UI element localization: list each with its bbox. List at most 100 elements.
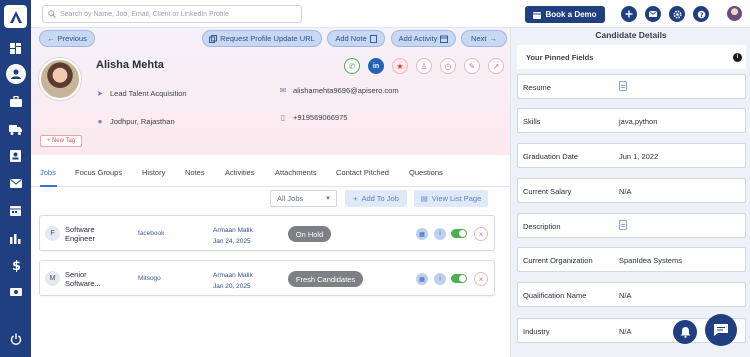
request-profile-update-button[interactable]: Request Profile Update URL xyxy=(202,30,322,47)
detail-field-graduation-date: Graduation Date Jun 1, 2022 xyxy=(517,143,746,168)
job-active-toggle[interactable] xyxy=(451,274,467,283)
sidebar-item-logout[interactable] xyxy=(0,328,31,350)
truck-icon xyxy=(9,124,22,135)
sidebar-item-payments[interactable] xyxy=(0,281,31,303)
candidate-phone-row: ▯ +919569066975 xyxy=(279,113,348,122)
sidebar-item-billing[interactable]: $ xyxy=(0,254,31,276)
user-avatar[interactable] xyxy=(726,5,743,22)
sidebar-item-reports[interactable] xyxy=(0,227,31,249)
list-icon: ▤ xyxy=(420,194,428,203)
sidebar-item-dashboard[interactable] xyxy=(0,37,31,59)
profile-action-button[interactable]: ♙ xyxy=(416,58,432,74)
job-active-toggle[interactable] xyxy=(451,229,467,238)
info-icon[interactable]: i xyxy=(434,228,446,240)
close-icon: × xyxy=(478,274,484,284)
history-action-button[interactable]: ◷ xyxy=(440,58,456,74)
field-label: Resume xyxy=(523,83,551,92)
job-row[interactable]: F Software Engineer facebook Armaan Malik… xyxy=(39,215,495,251)
plus-icon xyxy=(625,10,633,18)
linkedin-button[interactable]: in xyxy=(368,58,384,74)
jobs-filter-select[interactable]: All Jobs ▼ xyxy=(270,190,337,207)
tab-history[interactable]: History xyxy=(142,168,165,177)
sidebar-item-contacts[interactable] xyxy=(0,145,31,167)
info-icon[interactable]: i xyxy=(434,273,446,285)
remove-job-button[interactable]: × xyxy=(474,227,488,241)
field-value: Jun 1, 2022 xyxy=(619,152,659,161)
detail-field-current-organization: Current Organization SpanIdea Systems xyxy=(517,247,746,272)
job-client[interactable]: Mitsogo xyxy=(138,275,161,282)
search-input[interactable] xyxy=(60,10,295,18)
field-label: Current Salary xyxy=(523,187,572,196)
field-label: Current Organization xyxy=(523,256,593,265)
note-icon xyxy=(369,34,377,43)
add-note-button[interactable]: Add Note xyxy=(327,30,385,47)
book-demo-label: Book a Demo xyxy=(545,10,597,19)
dollar-icon: $ xyxy=(12,259,20,272)
job-title[interactable]: Senior Software... xyxy=(65,270,135,288)
tab-jobs[interactable]: Jobs xyxy=(40,168,56,177)
user-icon: ♙ xyxy=(420,61,428,71)
sidebar-item-mail[interactable] xyxy=(0,172,31,194)
candidate-profile-panel: ← Previous Request Profile Update URL Ad… xyxy=(31,28,510,357)
chat-button[interactable] xyxy=(705,314,737,346)
tab-focus-groups[interactable]: Focus Groups xyxy=(75,168,122,177)
edit-button[interactable]: ✎ xyxy=(464,58,480,74)
calendar-icon[interactable]: ▦ xyxy=(416,273,428,285)
candidate-title-row: ➤ Lead Talent Acquisition xyxy=(96,89,187,98)
detail-field-description: Description xyxy=(517,213,746,238)
document-icon[interactable] xyxy=(619,220,627,230)
job-title[interactable]: Software Engineer xyxy=(65,225,135,243)
document-icon[interactable] xyxy=(619,81,627,91)
candidate-title: Lead Talent Acquisition xyxy=(110,89,187,98)
view-list-page-button[interactable]: ▤ View List Page xyxy=(414,190,488,207)
add-activity-button[interactable]: Add Activity xyxy=(391,30,456,47)
close-icon: × xyxy=(478,229,484,239)
gear-icon xyxy=(672,9,682,19)
job-row[interactable]: M Senior Software... Mitsogo Armaan Malik… xyxy=(39,260,495,296)
sidebar-item-candidates[interactable] xyxy=(0,63,31,85)
help-button[interactable]: ? xyxy=(693,6,709,22)
field-value: SpanIdea Systems xyxy=(619,256,682,265)
next-label: Next xyxy=(471,34,487,43)
inbox-button[interactable] xyxy=(645,6,661,22)
remove-job-button[interactable]: × xyxy=(474,272,488,286)
notifications-button[interactable] xyxy=(673,320,697,344)
location-pin-icon: ● xyxy=(97,117,103,126)
job-status-badge[interactable]: Fresh Candidates xyxy=(288,271,363,287)
tab-questions[interactable]: Questions xyxy=(409,168,443,177)
global-search[interactable] xyxy=(42,5,302,23)
contact-card-icon xyxy=(10,150,21,162)
tab-contact-pitched[interactable]: Contact Pitched xyxy=(336,168,389,177)
job-status-badge[interactable]: On Hold xyxy=(288,226,331,242)
tab-notes[interactable]: Notes xyxy=(185,168,205,177)
profile-header: ← Previous Request Profile Update URL Ad… xyxy=(31,28,510,155)
detail-field-qualification-name: Qualification Name N/A xyxy=(517,282,746,307)
tab-attachments[interactable]: Attachments xyxy=(275,168,317,177)
share-button[interactable]: ↗ xyxy=(488,58,504,74)
jobs-filter-value: All Jobs xyxy=(277,194,304,203)
bell-icon xyxy=(680,327,690,338)
sidebar-item-pipeline[interactable] xyxy=(0,118,31,140)
calendar-icon[interactable]: ▦ xyxy=(416,228,428,240)
whatsapp-button[interactable]: ✆ xyxy=(344,58,360,74)
user-icon xyxy=(10,69,21,79)
plus-icon: + xyxy=(353,194,358,203)
candidate-email[interactable]: alishamehta9696@apisero.com xyxy=(293,86,399,95)
settings-button[interactable] xyxy=(669,6,685,22)
previous-button[interactable]: ← Previous xyxy=(39,30,95,47)
job-client[interactable]: facebook xyxy=(138,230,164,237)
new-tag-button[interactable]: + New Tag xyxy=(40,135,82,147)
add-button[interactable] xyxy=(621,6,637,22)
book-demo-button[interactable]: Book a Demo xyxy=(525,6,605,23)
sidebar-item-jobs[interactable] xyxy=(0,90,31,112)
job-initial-badge: M xyxy=(45,271,60,286)
sidebar-item-calendar[interactable] xyxy=(0,199,31,221)
add-note-label: Add Note xyxy=(335,34,367,43)
next-button[interactable]: Next → xyxy=(461,30,507,47)
candidate-phone[interactable]: +919569066975 xyxy=(293,113,347,122)
app-logo[interactable] xyxy=(4,5,27,28)
info-icon[interactable]: i xyxy=(733,52,742,62)
add-to-job-button[interactable]: + Add To Job xyxy=(345,190,407,207)
tab-activities[interactable]: Activities xyxy=(225,168,255,177)
star-button[interactable]: ★ xyxy=(392,58,408,74)
